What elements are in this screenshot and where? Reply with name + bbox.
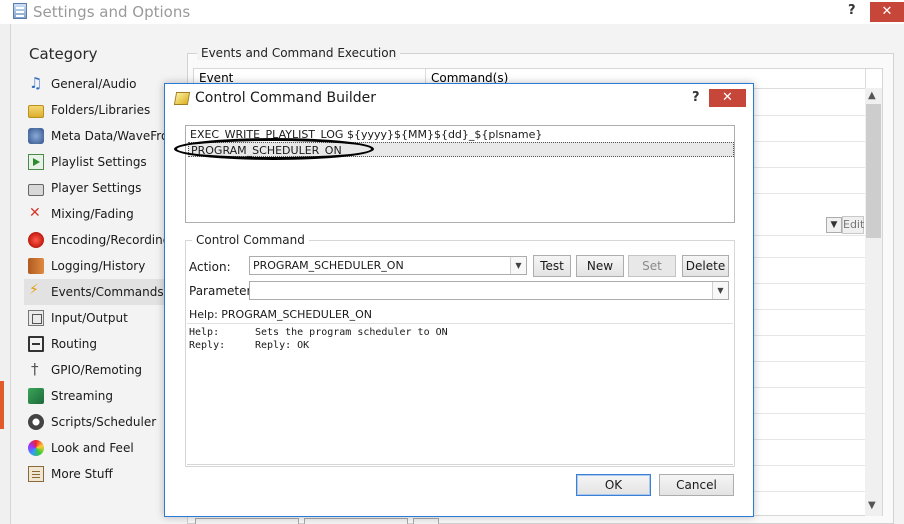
music-note-icon	[28, 74, 44, 92]
category-item-label: General/Audio	[51, 77, 137, 91]
delete-button[interactable]: Delete	[682, 255, 729, 277]
player-icon	[28, 183, 44, 196]
category-title: Category	[29, 45, 98, 63]
set-button[interactable]: Set	[628, 255, 676, 277]
record-icon	[28, 232, 44, 248]
category-item-logging-history[interactable]: Logging/History	[24, 253, 164, 279]
scroll-down-icon[interactable]: ▼	[868, 500, 876, 511]
reply-key: Reply:	[189, 340, 226, 351]
category-item-more-stuff[interactable]: More Stuff	[24, 461, 164, 487]
category-item-label: Encoding/Recording	[51, 233, 171, 247]
category-item-label: Folders/Libraries	[51, 103, 151, 117]
mixing-icon	[28, 205, 44, 222]
command-list-item-selected[interactable]: PROGRAM_SCHEDULER_ON	[188, 142, 734, 157]
routing-icon	[28, 336, 44, 352]
category-item-label: Mixing/Fading	[51, 207, 134, 221]
help-title: Help: PROGRAM_SCHEDULER_ON	[189, 308, 372, 321]
settings-app-icon	[13, 3, 27, 19]
category-item-general-audio[interactable]: General/Audio	[24, 71, 164, 97]
category-item-label: Meta Data/WaveFrom	[51, 129, 180, 143]
category-item-label: Playlist Settings	[51, 155, 147, 169]
action-value: PROGRAM_SCHEDULER_ON	[253, 259, 404, 272]
category-item-scripts-scheduler[interactable]: Scripts/Scheduler	[24, 409, 164, 435]
category-item-label: Scripts/Scheduler	[51, 415, 157, 429]
category-item-label: Logging/History	[51, 259, 146, 273]
category-item-streaming[interactable]: Streaming	[24, 383, 164, 409]
bottom-button-stub	[304, 518, 408, 524]
category-item-input-output[interactable]: Input/Output	[24, 305, 164, 331]
command-dropdown-chevron-icon[interactable]: ▼	[826, 217, 842, 233]
action-combobox[interactable]: PROGRAM_SCHEDULER_ON ▼	[249, 256, 527, 275]
category-item-look-and-feel[interactable]: Look and Feel	[24, 435, 164, 461]
chevron-down-icon[interactable]: ▼	[712, 282, 728, 299]
scroll-up-icon[interactable]: ▲	[868, 90, 876, 101]
category-item-events-commands[interactable]: Events/Commands	[24, 279, 164, 305]
chevron-down-icon[interactable]: ▼	[510, 257, 526, 274]
edit-command-button[interactable]: Edit	[842, 216, 864, 234]
lightning-icon	[28, 282, 44, 300]
ok-button[interactable]: OK	[576, 474, 651, 496]
action-label: Action:	[189, 260, 231, 274]
category-item-routing[interactable]: Routing	[24, 331, 164, 357]
clock-icon	[28, 414, 44, 430]
events-table-scrollbar[interactable]: ▲ ▼	[865, 88, 882, 516]
palette-icon	[28, 440, 44, 456]
main-close-button[interactable]: ✕	[870, 2, 904, 22]
category-item-gpio-remoting[interactable]: GPIO/Remoting	[24, 357, 164, 383]
parameter-label: Parameter:	[189, 284, 256, 298]
scrollbar-thumb[interactable]	[866, 104, 881, 238]
dialog-title: Control Command Builder	[195, 90, 376, 106]
dialog-close-button[interactable]: ✕	[709, 89, 746, 107]
help-key: Help:	[189, 327, 220, 338]
control-command-group-title: Control Command	[192, 233, 309, 247]
category-item-label: More Stuff	[51, 467, 113, 481]
category-item-encoding-recording[interactable]: Encoding/Recording	[24, 227, 170, 253]
cancel-button[interactable]: Cancel	[659, 474, 734, 496]
meta-data-icon	[28, 128, 44, 144]
main-title-bar: Settings and Options ? ✕	[0, 0, 904, 24]
bottom-button-stub	[413, 518, 439, 524]
category-item-label: Routing	[51, 337, 98, 351]
logging-icon	[28, 258, 44, 274]
category-item-label: GPIO/Remoting	[51, 363, 143, 377]
folder-icon	[28, 104, 44, 118]
command-list[interactable]: EXEC_WRITE_PLAYLIST_LOG ${yyyy}${MM}${dd…	[185, 125, 735, 223]
pencil-icon	[173, 92, 191, 105]
category-item-playlist-settings[interactable]: Playlist Settings	[24, 149, 164, 175]
streaming-icon	[28, 388, 44, 404]
category-item-folders-libraries[interactable]: Folders/Libraries	[24, 97, 164, 123]
test-button[interactable]: Test	[533, 255, 571, 277]
help-divider	[187, 323, 733, 324]
category-item-label: Streaming	[51, 389, 113, 403]
command-list-item[interactable]: EXEC_WRITE_PLAYLIST_LOG ${yyyy}${MM}${dd…	[188, 127, 734, 142]
dialog-help-button[interactable]: ?	[692, 90, 700, 105]
new-button[interactable]: New	[576, 255, 624, 277]
category-item-mixing-fading[interactable]: Mixing/Fading	[24, 201, 164, 227]
parameter-combobox[interactable]: ▼	[249, 281, 729, 300]
category-item-label: Player Settings	[51, 181, 142, 195]
background-window-edge	[0, 381, 4, 429]
category-list: General/Audio Folders/Libraries Meta Dat…	[24, 71, 180, 487]
reply-text: Reply: OK	[255, 340, 310, 351]
control-command-builder-dialog: Control Command Builder ? ✕ EXEC_WRITE_P…	[164, 83, 754, 517]
category-item-meta-data[interactable]: Meta Data/WaveFrom	[24, 123, 180, 149]
category-item-label: Input/Output	[51, 311, 128, 325]
category-item-player-settings[interactable]: Player Settings	[24, 175, 164, 201]
playlist-icon	[28, 154, 44, 170]
left-edge-strip	[0, 24, 10, 524]
category-item-label: Events/Commands	[51, 285, 164, 299]
main-help-button[interactable]: ?	[848, 3, 856, 18]
io-icon	[28, 310, 44, 326]
events-group-title: Events and Command Execution	[197, 46, 401, 60]
main-window-title: Settings and Options	[33, 3, 191, 21]
help-area-bottom-border	[187, 464, 733, 465]
more-icon	[28, 466, 44, 482]
bottom-button-stub	[195, 518, 299, 524]
gpio-icon	[28, 360, 44, 378]
help-text: Sets the program scheduler to ON	[255, 327, 448, 338]
category-item-label: Look and Feel	[51, 441, 134, 455]
